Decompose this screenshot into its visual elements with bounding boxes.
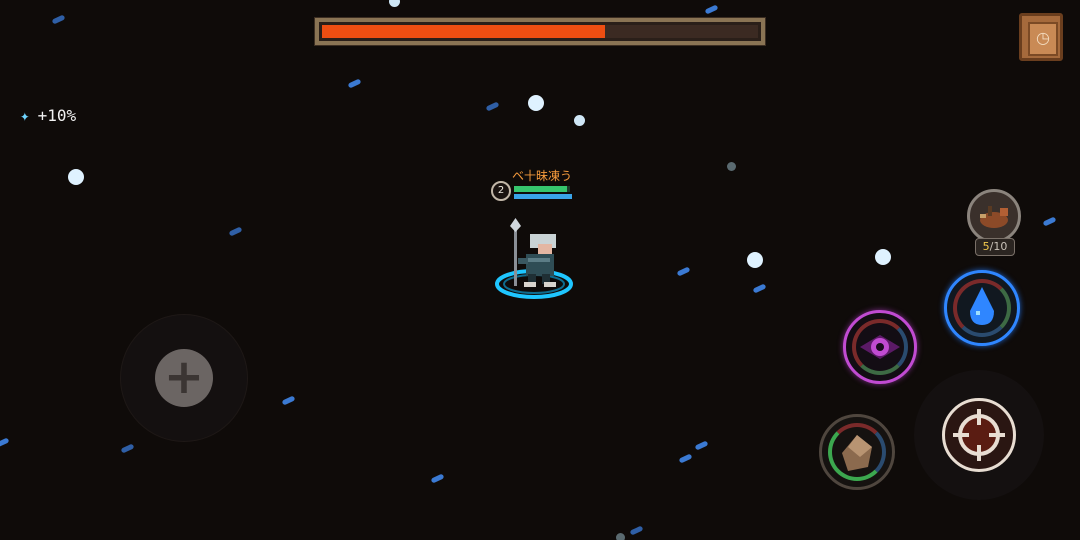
arm <box>518 258 528 264</box>
snowflake <box>875 249 891 265</box>
player-mana-fill <box>514 194 572 199</box>
journal-icon: ◷ <box>1028 22 1058 56</box>
body-robe <box>526 254 554 276</box>
snowflake <box>228 226 243 237</box>
shield-skill-button[interactable] <box>819 414 895 490</box>
snowflake <box>676 266 691 277</box>
snowflake <box>0 437 10 448</box>
dpad-plus-icon: + <box>163 349 205 405</box>
snowflake <box>747 252 763 268</box>
journal-button[interactable]: ◷ <box>1019 13 1063 61</box>
eye-skill-button[interactable] <box>843 310 917 384</box>
boss-health-bar <box>314 17 766 46</box>
snowflake <box>485 101 500 112</box>
snowflake <box>430 473 445 484</box>
snowflake <box>281 395 296 406</box>
boss-health-fill <box>322 25 605 38</box>
water-skill-button[interactable] <box>944 270 1020 346</box>
snowflake <box>120 443 135 454</box>
player-character <box>495 218 573 299</box>
player-mana-bar <box>514 194 572 199</box>
snowflake <box>752 283 767 294</box>
staff-head <box>510 218 521 232</box>
sparkle-icon: ✦ <box>20 105 30 125</box>
game-viewport[interactable]: ◷ ✦ +10% ベ十昧凍う 2 + 5/10 <box>0 0 1080 540</box>
snowflake <box>68 169 84 185</box>
pet-charge-counter: 5/10 <box>975 238 1015 256</box>
snowflake <box>629 525 644 536</box>
journal-glyph: ◷ <box>1036 28 1050 47</box>
pet-charge-max: 10 <box>993 240 1008 253</box>
player-health-fill <box>514 186 568 192</box>
staff-shaft <box>514 228 517 286</box>
snowflake <box>1042 216 1057 227</box>
snowflake <box>616 533 625 540</box>
pet-icon <box>980 206 1008 228</box>
pet-charge-current: 5 <box>982 240 990 253</box>
attack-button[interactable] <box>942 398 1016 472</box>
water-drop-icon <box>970 287 994 325</box>
shield-icon <box>842 435 872 471</box>
robe-trim <box>528 258 550 262</box>
boot-left <box>524 282 536 287</box>
joystick-knob[interactable]: + <box>155 349 213 407</box>
eye-icon <box>860 335 900 359</box>
crosshair-icon <box>953 409 1005 461</box>
snowflake <box>678 453 693 464</box>
player-health-bar <box>514 186 570 192</box>
snowflake <box>704 4 719 15</box>
player-level-badge: 2 <box>491 181 511 201</box>
pet-button[interactable] <box>967 189 1021 243</box>
snowflake <box>727 162 736 171</box>
player-name: ベ十昧凍う <box>512 169 573 183</box>
snowflake <box>51 14 66 25</box>
buff-indicator: ✦ +10% <box>20 104 76 126</box>
buff-value: +10% <box>37 105 77 125</box>
boot-right <box>544 282 556 287</box>
snowflake <box>347 78 362 89</box>
snowflake <box>389 0 400 7</box>
snowflake <box>574 115 585 126</box>
snowflake <box>528 95 544 111</box>
snowflake <box>694 440 709 451</box>
